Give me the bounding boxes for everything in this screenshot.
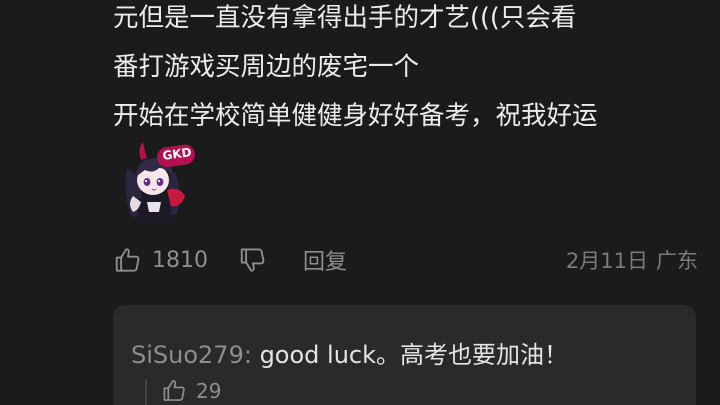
comment-text-line: 开始在学校简单健健身好好备考，祝我好运 — [113, 101, 598, 131]
dislike-button[interactable] — [238, 242, 268, 278]
like-count: 1810 — [152, 247, 208, 273]
reply-like-count: 29 — [196, 378, 222, 403]
reply-button[interactable]: 回复 — [303, 242, 347, 278]
comment-meta: 2月11日 广东 — [566, 242, 698, 278]
thumbs-up-icon — [115, 248, 140, 272]
comment-location: 广东 — [656, 249, 698, 273]
reply-like-button[interactable]: 29 — [161, 377, 221, 404]
reply-thread[interactable]: SiSuo279: good luck。高考也要加油！ 29 — [113, 305, 696, 405]
comment-text-line: 番打游戏买周边的废宅一个 — [113, 52, 420, 82]
thumbs-up-icon — [163, 380, 185, 401]
reply-divider — [145, 379, 147, 405]
comment-action-bar: 1810 回复 2月11日 广东 — [113, 242, 698, 278]
reply-item[interactable]: SiSuo279: good luck。高考也要加油！ — [131, 335, 568, 370]
comment-page: 元但是一直没有拿得出手的才艺(((只会看 番打游戏买周边的废宅一个 开始在学校简… — [0, 0, 720, 405]
thumbs-down-icon — [240, 248, 265, 272]
reply-username[interactable]: SiSuo279: — [131, 341, 252, 369]
reply-text: good luck。高考也要加油！ — [251, 341, 569, 369]
gkd-sticker-image[interactable]: GKD — [113, 138, 199, 224]
comment-date: 2月11日 — [565, 249, 648, 273]
like-button[interactable]: 1810 — [113, 242, 208, 278]
comment-text-line: 元但是一直没有拿得出手的才艺(((只会看 — [113, 3, 577, 33]
